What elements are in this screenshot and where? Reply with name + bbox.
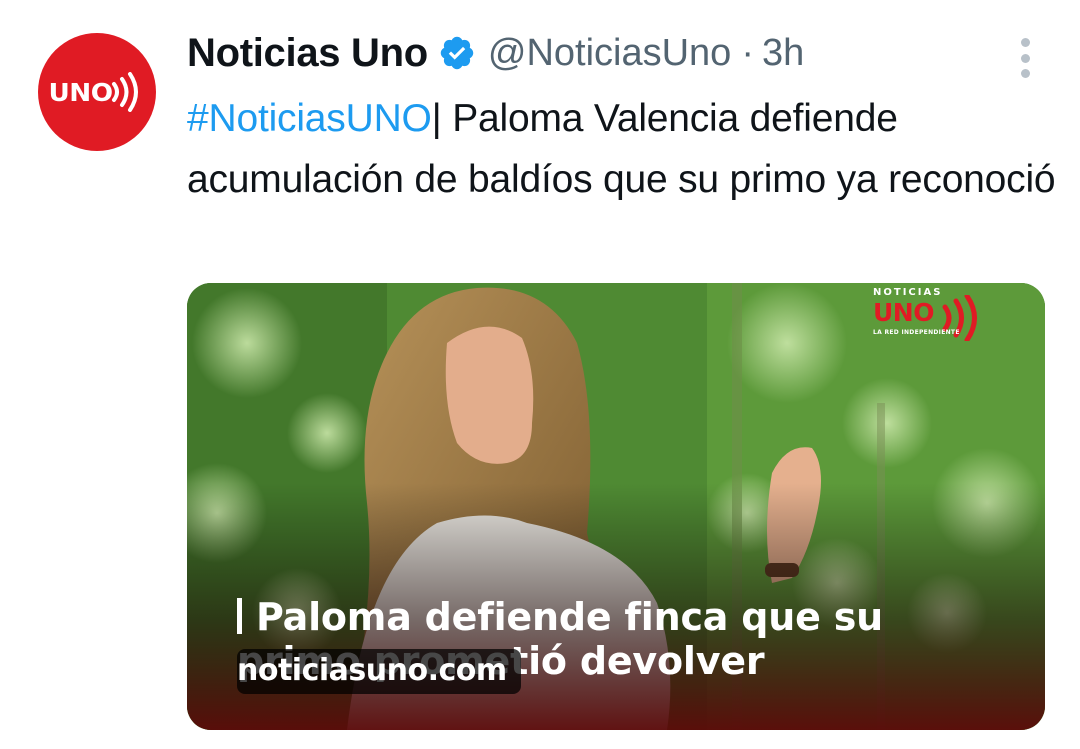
broadcast-waves-icon <box>112 72 139 112</box>
media-logo: NOTICIAS UNO LA RED INDEPENDIENTE <box>873 287 1003 347</box>
noticias-uno-logo: UNO <box>47 72 145 112</box>
hashtag-link[interactable]: #NoticiasUNO <box>187 97 432 140</box>
separator-dot: · <box>741 31 754 74</box>
media-logo-tagline: LA RED INDEPENDIENTE <box>873 329 960 336</box>
media-image[interactable]: NOTICIAS UNO LA RED INDEPENDIENTE Paloma… <box>187 283 1045 730</box>
media-logo-main: UNO <box>873 298 934 327</box>
tweet-header: Noticias Uno @NoticiasUno · 3h <box>187 27 1040 79</box>
verified-badge-icon <box>438 34 476 72</box>
headline-bar <box>237 598 242 634</box>
headline-line1: Paloma defiende finca que su <box>256 595 883 639</box>
tweet-card[interactable]: UNO Noticias Uno @NoticiasUno · 3h #Noti… <box>0 0 1080 749</box>
more-vertical-icon[interactable] <box>1010 38 1040 78</box>
avatar-text: UNO <box>47 77 113 107</box>
link-domain-label[interactable]: noticiasuno.com <box>237 649 521 694</box>
media-logo-small: NOTICIAS <box>873 287 943 298</box>
display-name[interactable]: Noticias Uno <box>187 31 428 76</box>
timestamp[interactable]: 3h <box>762 32 804 75</box>
avatar[interactable]: UNO <box>38 33 156 151</box>
user-handle[interactable]: @NoticiasUno <box>488 32 731 75</box>
tweet-text: #NoticiasUNO| Paloma Valencia defiende a… <box>187 88 1057 210</box>
